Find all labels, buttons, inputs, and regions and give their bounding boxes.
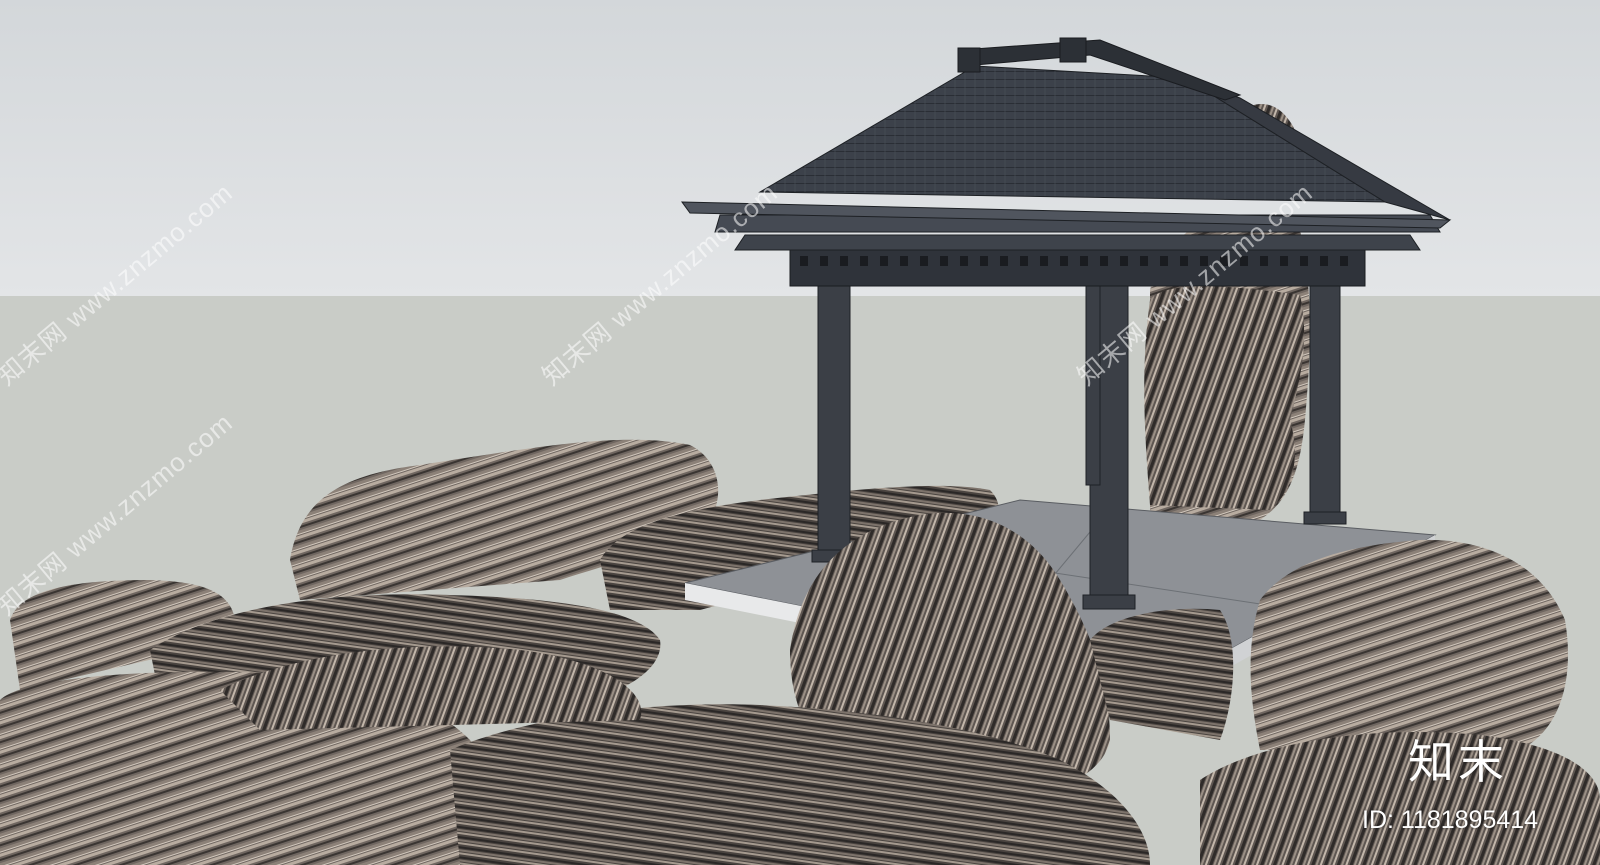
rock-right-pillar	[1144, 286, 1305, 510]
ridge-ornament-right	[1059, 37, 1087, 63]
rock-right-boulder	[1250, 539, 1568, 750]
image-id-label: ID: 1181895414	[1362, 806, 1539, 834]
brand-logo: 知末	[1408, 735, 1508, 789]
pavilion-rock-scene	[0, 0, 1600, 865]
column-back-right	[1309, 284, 1341, 516]
column-front-left	[817, 284, 851, 556]
roof-frieze	[789, 249, 1366, 287]
ridge-ornament-left	[957, 47, 981, 73]
column-back-left	[1085, 284, 1101, 486]
roof-eave-lower	[734, 234, 1421, 251]
